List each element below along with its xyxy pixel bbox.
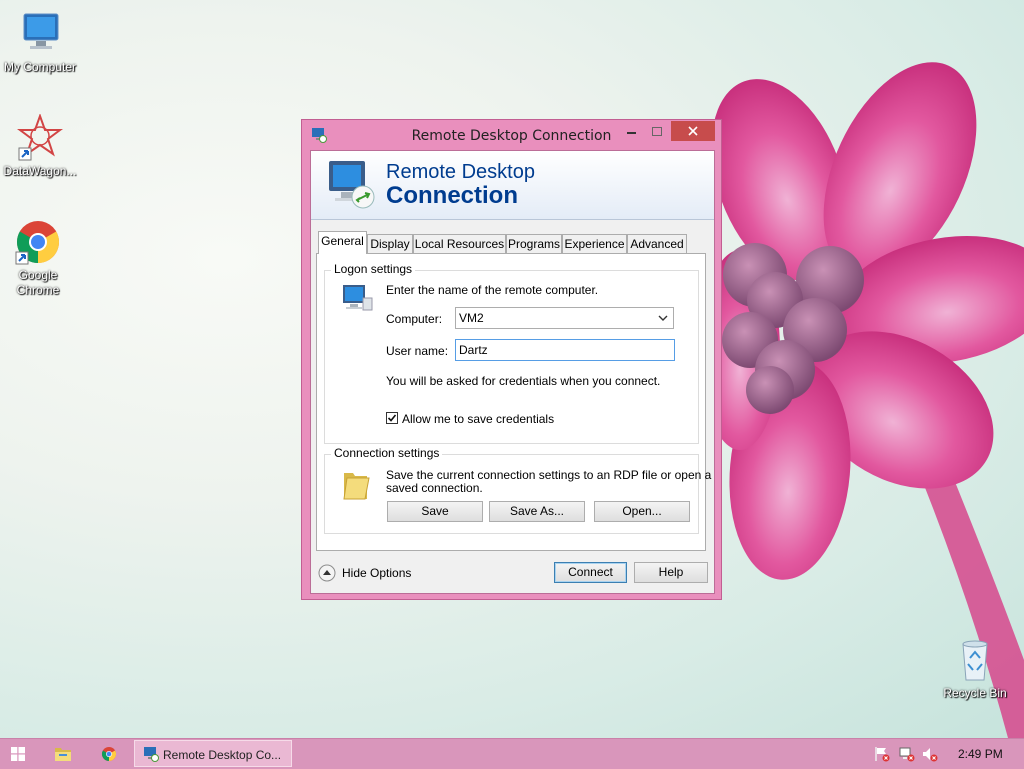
window-titlebar[interactable]: Remote Desktop Connection — [302, 120, 721, 150]
desktop-icon-label: Google Chrome — [16, 268, 60, 297]
connection-desc-line1: Save the current connection settings to … — [386, 468, 712, 482]
minimize-button[interactable] — [618, 121, 644, 141]
maximize-button[interactable] — [644, 121, 670, 141]
connect-button[interactable]: Connect — [554, 562, 627, 583]
chevron-up-circle-icon — [318, 564, 336, 582]
tray-volume[interactable] — [920, 739, 940, 769]
datawagon-logo-icon — [17, 113, 63, 161]
desktop-icon-label: DataWagon... — [3, 164, 77, 178]
connection-settings-group: Connection settings Save the current con… — [324, 446, 711, 534]
computer-icon — [343, 285, 373, 311]
save-credentials-label[interactable]: Allow me to save credentials — [402, 412, 554, 426]
monitor-icon — [23, 13, 59, 49]
maximize-icon — [652, 126, 662, 136]
taskbar-clock[interactable]: 2:49 PM — [958, 747, 1003, 761]
desktop-icon-label: Recycle Bin — [943, 686, 1007, 700]
remote-desktop-icon — [329, 161, 375, 209]
taskbar-chrome[interactable] — [92, 739, 126, 769]
connection-desc-line2: saved connection. — [386, 481, 483, 495]
tray-network[interactable] — [897, 739, 917, 769]
chevron-down-icon — [658, 315, 668, 321]
windows-logo-icon — [11, 747, 25, 761]
desktop-icon-datawagon[interactable]: DataWagon... — [0, 113, 80, 179]
checkmark-icon — [387, 414, 397, 422]
connection-settings-title: Connection settings — [331, 446, 443, 460]
banner-title-line1: Remote Desktop — [386, 161, 535, 183]
speaker-muted-icon — [923, 748, 938, 762]
tab-programs[interactable]: Programs — [506, 234, 562, 253]
username-field[interactable]: Dartz — [455, 339, 675, 361]
folder-icon — [343, 473, 370, 500]
help-button[interactable]: Help — [634, 562, 708, 583]
save-credentials-checkbox[interactable] — [386, 412, 398, 424]
tab-general[interactable]: General — [318, 231, 367, 254]
username-value: Dartz — [459, 343, 488, 357]
banner-title-line2: Connection — [386, 182, 518, 209]
network-icon — [899, 747, 915, 762]
computer-value: VM2 — [459, 311, 484, 325]
username-label: User name: — [386, 344, 449, 358]
chrome-icon — [101, 747, 117, 761]
tab-display[interactable]: Display — [367, 234, 413, 253]
rdc-banner: Remote Desktop Connection — [311, 151, 714, 220]
save-button[interactable]: Save — [387, 501, 483, 522]
credentials-note: You will be asked for credentials when y… — [386, 374, 661, 388]
general-tab-panel: Logon settings Enter the name of the rem… — [316, 253, 711, 551]
start-button[interactable] — [0, 739, 36, 769]
computer-label: Computer: — [386, 312, 443, 326]
taskbar: Remote Desktop Co... 2:49 PM — [0, 738, 1024, 769]
hide-options-label: Hide Options — [342, 566, 412, 580]
hide-options-toggle[interactable]: Hide Options — [318, 563, 428, 583]
logon-settings-title: Logon settings — [331, 262, 416, 276]
minimize-icon — [626, 132, 636, 134]
rdc-app-icon — [144, 747, 159, 762]
tray-action-center[interactable] — [872, 739, 892, 769]
tab-advanced[interactable]: Advanced — [627, 234, 687, 253]
close-button[interactable] — [671, 121, 715, 141]
taskbar-item-label: Remote Desktop Co... — [163, 748, 282, 762]
close-icon — [688, 126, 698, 136]
desktop-icon-my-computer[interactable]: My Computer — [0, 10, 80, 75]
taskbar-file-explorer[interactable] — [46, 739, 80, 769]
open-button[interactable]: Open... — [594, 501, 690, 522]
desktop-icon-label: My Computer — [3, 60, 77, 74]
folder-icon — [55, 748, 71, 761]
tab-experience[interactable]: Experience — [562, 234, 627, 253]
logon-settings-group: Logon settings Enter the name of the rem… — [324, 262, 699, 444]
desktop-icon-recycle-bin[interactable]: Recycle Bin — [935, 636, 1015, 701]
computer-combobox[interactable]: VM2 — [455, 307, 674, 329]
logon-instruction: Enter the name of the remote computer. — [386, 283, 599, 297]
chrome-icon — [15, 221, 60, 265]
desktop-icon-google-chrome[interactable]: Google Chrome — [0, 218, 78, 298]
remote-desktop-window: Remote Desktop Connection Remote Desktop — [301, 119, 722, 600]
flag-alert-icon — [875, 747, 890, 762]
window-client-area: Remote Desktop Connection General Displa… — [310, 150, 715, 594]
taskbar-remote-desktop[interactable]: Remote Desktop Co... — [134, 740, 292, 767]
recycle-bin-icon — [962, 640, 988, 681]
save-as-button[interactable]: Save As... — [489, 501, 585, 522]
tab-local-resources[interactable]: Local Resources — [413, 234, 506, 253]
